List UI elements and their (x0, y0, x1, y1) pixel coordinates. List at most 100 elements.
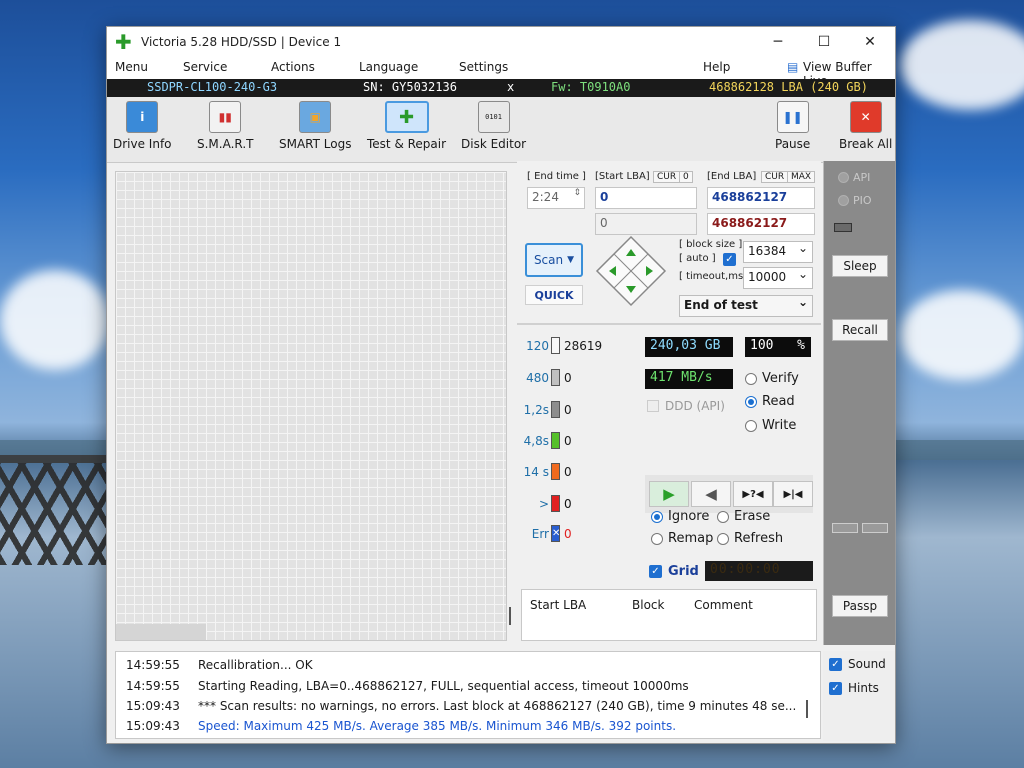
random-seek-button[interactable]: ▶?◀ (733, 481, 773, 507)
api-radio[interactable]: API (838, 171, 870, 184)
butterfly-seek-icon: ▶|◀ (783, 488, 803, 500)
scan-button[interactable]: Scan ▼ (525, 243, 583, 277)
pio-radio[interactable]: PIO (838, 194, 872, 207)
end-lba-max-tag[interactable]: MAX (787, 171, 816, 183)
play-backward-button[interactable]: ◀ (691, 481, 731, 507)
end-action-select[interactable]: End of test (679, 295, 813, 317)
menu-item-help[interactable]: Help (703, 60, 730, 74)
disk-editor-button[interactable]: 0101 Disk Editor (461, 101, 526, 151)
direction-pad[interactable] (595, 235, 667, 307)
standby-indicator (834, 223, 852, 232)
ddd-api-checkbox[interactable] (647, 400, 659, 412)
start-lba-field[interactable]: 0 (595, 187, 697, 209)
end-time-field[interactable]: 2:24 ⇕ (527, 187, 585, 209)
mode-write-radio[interactable]: Write (745, 418, 796, 433)
mode-read-radio[interactable]: Read (745, 394, 795, 409)
menu-bar: Menu Service Actions Language Settings H… (107, 57, 895, 88)
quick-button[interactable]: QUICK (525, 285, 583, 305)
menu-item-settings[interactable]: Settings (459, 60, 508, 74)
test-repair-button[interactable]: ✚ Test & Repair (367, 101, 446, 151)
elapsed-timer-display: 00:00:00 (705, 561, 813, 581)
break-all-icon: ✕ (849, 101, 882, 133)
repair-refresh-radio[interactable]: Refresh (717, 531, 783, 546)
block-size-select[interactable]: 16384 (743, 241, 813, 263)
hints-option[interactable]: ✓ Hints (829, 681, 879, 695)
grid-option[interactable]: ✓ Grid (649, 564, 699, 579)
log-line: 14:59:55 Recallibration... OK (126, 658, 313, 672)
sound-option[interactable]: ✓ Sound (829, 657, 886, 671)
menu-item-language[interactable]: Language (359, 60, 418, 74)
repair-erase-radio[interactable]: Erase (717, 509, 770, 524)
random-seek-icon: ▶?◀ (742, 488, 764, 500)
smart-label: S.M.A.R.T (197, 137, 254, 151)
menu-item-menu[interactable]: Menu (115, 60, 148, 74)
results-col-start-lba: Start LBA (530, 598, 587, 612)
drive-info-icon: i (126, 101, 159, 133)
speed-display: 417 MB/s (645, 369, 733, 389)
device-close-icon[interactable]: x (507, 80, 514, 94)
side-indicator-right (862, 523, 888, 533)
break-all-button[interactable]: ✕ Break All (839, 101, 892, 151)
log-scrollbar[interactable] (806, 700, 808, 718)
drive-info-button[interactable]: i Drive Info (113, 101, 172, 151)
smart-logs-button[interactable]: ▣ SMART Logs (279, 101, 351, 151)
scan-map-scrollbar[interactable] (116, 624, 206, 640)
drive-info-label: Drive Info (113, 137, 172, 151)
pause-button[interactable]: ❚❚ Pause (775, 101, 810, 151)
mode-verify-radio[interactable]: Verify (745, 371, 799, 386)
view-buffer-icon: ▤ (787, 60, 799, 74)
legend-row-480ms: 480 0 (526, 369, 572, 386)
repair-ignore-radio[interactable]: Ignore (651, 509, 709, 524)
log-line: 14:59:55 Starting Reading, LBA=0..4688621… (126, 679, 689, 693)
end-lba-cur-tag[interactable]: CUR (761, 171, 789, 183)
ddd-api-option[interactable]: DDD (API) (647, 399, 725, 413)
minimize-button[interactable]: ─ (755, 27, 801, 57)
background-cloud (900, 20, 1024, 110)
title-bar: ✚ Victoria 5.28 HDD/SSD | Device 1 ─ ☐ ✕ (107, 27, 895, 57)
chevron-down-icon: ▼ (567, 255, 575, 265)
hints-checkbox[interactable]: ✓ (829, 681, 842, 695)
timeout-select[interactable]: 10000 (743, 267, 813, 289)
device-serial: SN: GY5032136 (363, 80, 457, 94)
butterfly-seek-button[interactable]: ▶|◀ (773, 481, 813, 507)
play-forward-icon: ▶ (663, 485, 675, 503)
play-forward-button[interactable]: ▶ (649, 481, 689, 507)
controls-divider (517, 323, 821, 325)
scan-map-grid (115, 171, 507, 641)
end-lba-field[interactable]: 468862127 (707, 187, 815, 209)
start-lba-zero-tag[interactable]: 0 (679, 171, 693, 183)
legend-row-over: >0 (538, 495, 572, 512)
block-size-label: [ block size ] (679, 239, 743, 250)
auto-checkbox[interactable]: ✓ (723, 253, 736, 266)
start-lba-current-field: 0 (595, 213, 697, 235)
menu-item-actions[interactable]: Actions (271, 60, 315, 74)
progress-percent-display: 100% (745, 337, 811, 357)
grid-checkbox[interactable]: ✓ (649, 565, 662, 578)
end-lba-label: [End LBA] (707, 171, 757, 182)
device-info-bar: SSDPR-CL100-240-G3 SN: GY5032136 x Fw: T… (107, 79, 895, 97)
passp-button[interactable]: Passp (832, 595, 888, 617)
test-controls-panel: [ End time ] 2:24 ⇕ [Start LBA] CUR 0 0 0… (517, 161, 821, 645)
background-cloud (900, 290, 1024, 380)
legend-row-4-8s: 4,8s 0 (523, 432, 572, 449)
recall-button[interactable]: Recall (832, 319, 888, 341)
smart-button[interactable]: ▮▮ S.M.A.R.T (197, 101, 253, 151)
scan-button-label: Scan (533, 253, 564, 267)
log-line: 15:09:43 Speed: Maximum 425 MB/s. Average… (126, 719, 677, 733)
victoria-window: ✚ Victoria 5.28 HDD/SSD | Device 1 ─ ☐ ✕… (106, 26, 896, 744)
window-title: Victoria 5.28 HDD/SSD | Device 1 (141, 35, 342, 49)
side-indicator-left (832, 523, 858, 533)
menu-item-service[interactable]: Service (183, 60, 227, 74)
timeout-label: [ timeout,ms ] (679, 271, 751, 282)
start-lba-cur-tag[interactable]: CUR (653, 171, 681, 183)
maximize-button[interactable]: ☐ (801, 27, 847, 57)
close-button[interactable]: ✕ (847, 27, 893, 57)
repair-remap-radio[interactable]: Remap (651, 531, 713, 546)
sound-checkbox[interactable]: ✓ (829, 657, 842, 671)
end-lba-current-field: 468862127 (707, 213, 815, 235)
legend-row-1-2s: 1,2s 0 (523, 401, 572, 418)
log-line: 15:09:43 *** Scan results: no warnings, n… (126, 699, 797, 713)
side-panel: API PIO Sleep Recall Passp (823, 161, 895, 645)
device-model[interactable]: SSDPR-CL100-240-G3 (147, 80, 277, 94)
sleep-button[interactable]: Sleep (832, 255, 888, 277)
